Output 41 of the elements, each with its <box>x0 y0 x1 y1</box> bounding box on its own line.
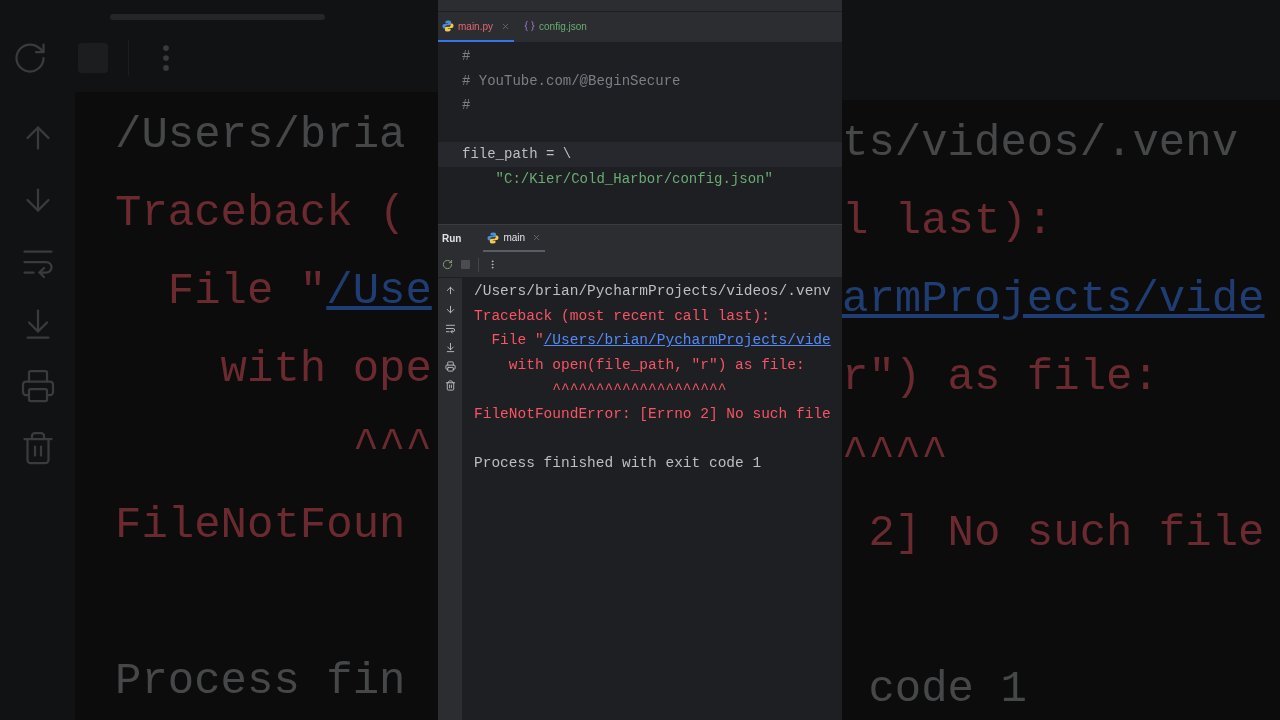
rerun-icon[interactable] <box>442 259 453 270</box>
console-text: ^^^ <box>351 421 432 474</box>
code-line: # <box>462 96 471 116</box>
console-text: with ope <box>219 343 432 396</box>
python-icon <box>442 20 454 32</box>
console-text: 2] No such file <box>867 507 1265 560</box>
print-icon[interactable] <box>444 361 456 372</box>
console-text: Process fin <box>115 655 406 708</box>
console-text: FileNotFoundError: [Errno 2] No such file <box>474 404 831 424</box>
console-text: Traceback ( <box>115 187 406 240</box>
editor-tab[interactable]: config.json <box>520 12 591 42</box>
console-text: code 1 <box>867 663 1027 716</box>
wrap-icon[interactable] <box>444 323 456 334</box>
panel-title: Run <box>441 232 463 246</box>
braces-icon <box>524 21 535 31</box>
code-line: file_path = \ <box>462 145 572 165</box>
console-text: ^^^^^^^^^^^^^^^^^^^^ <box>551 380 727 400</box>
close-icon[interactable] <box>532 233 542 242</box>
scroll-to-end-icon[interactable] <box>444 342 456 353</box>
console-text: ts/videos/.venv <box>842 117 1239 170</box>
close-icon[interactable] <box>501 21 510 31</box>
file-link[interactable]: /Users/brian/PycharmProjects/vide <box>543 328 831 353</box>
console-text: File " <box>490 331 544 351</box>
console-text: with open(file_path, "r") as file: <box>507 355 805 375</box>
arrow-up-icon[interactable] <box>444 285 456 296</box>
code-line: "C:/Kier/Cold_Harbor/config.json" <box>494 169 773 189</box>
console-text: Traceback (most recent call last): <box>474 306 770 326</box>
console-text: /Users/brian/PycharmProjects/videos/.venv <box>474 282 831 301</box>
console-text: FileNotFoun <box>115 499 406 552</box>
console-text: ^^^^ <box>842 429 948 482</box>
console-text: Process finished with exit code 1 <box>474 454 762 474</box>
console-text: /Users/bria <box>115 109 406 162</box>
python-icon <box>487 231 500 244</box>
trash-icon[interactable] <box>444 380 456 391</box>
console-text: l last): <box>842 195 1054 248</box>
arrow-down-icon[interactable] <box>444 304 456 315</box>
console-text: r") as file: <box>842 351 1159 404</box>
code-line: # <box>462 47 471 66</box>
code-line: # YouTube.com/@BeginSecure <box>462 71 681 91</box>
console-text: File " <box>166 265 327 318</box>
editor-tab[interactable]: main.py <box>438 12 514 42</box>
